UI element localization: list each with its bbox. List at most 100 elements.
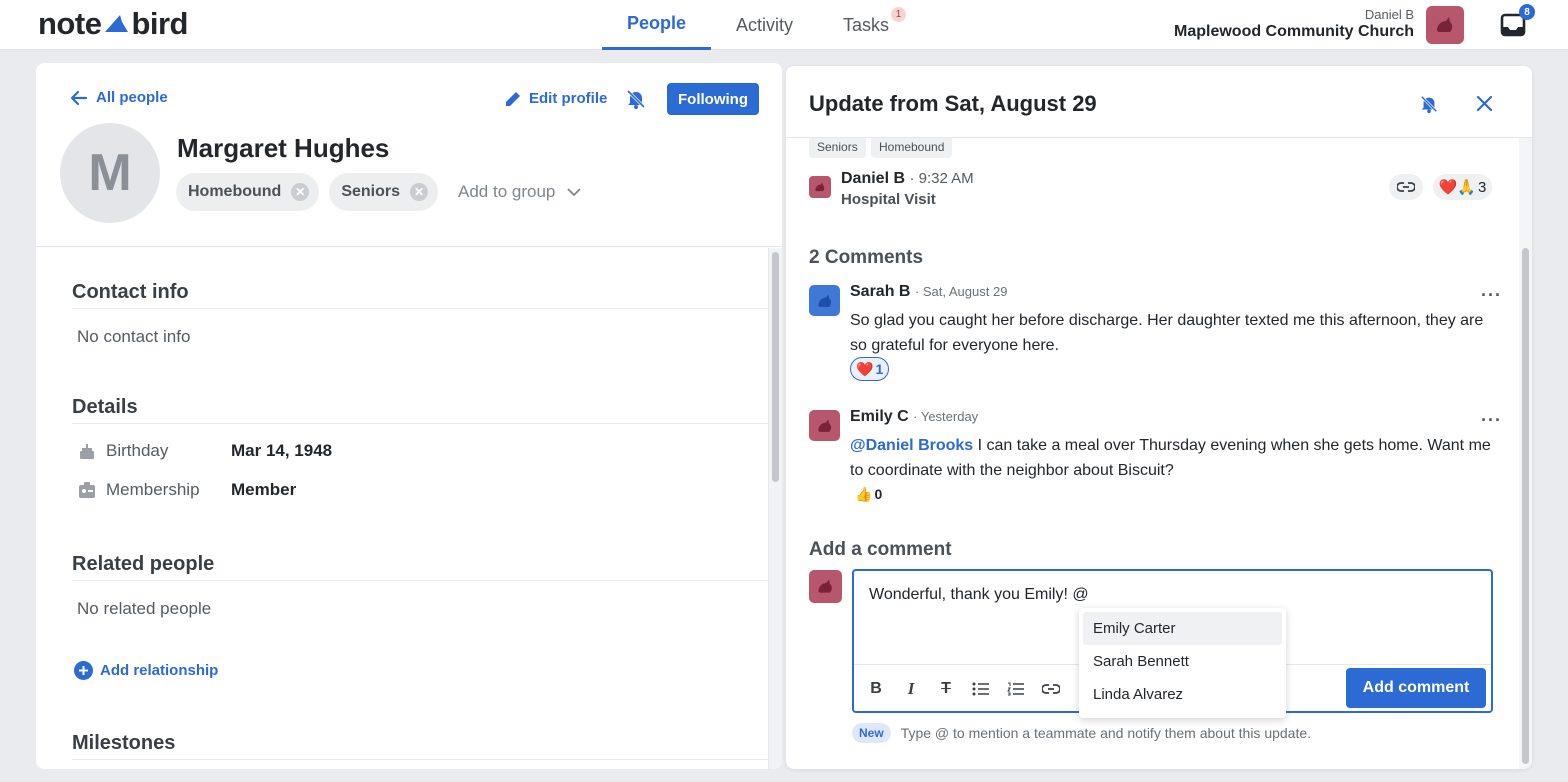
main-nav: People Activity Tasks 1 bbox=[602, 0, 914, 50]
detail-value: Member bbox=[231, 480, 297, 499]
nav-tab-label: Activity bbox=[736, 14, 794, 35]
profile-scrollbar[interactable] bbox=[768, 248, 782, 769]
new-badge: New bbox=[852, 723, 891, 743]
add-comment-heading: Add a comment bbox=[809, 539, 952, 560]
bird-avatar-icon bbox=[818, 579, 832, 593]
comment-more-icon[interactable]: ··· bbox=[1481, 410, 1502, 431]
mention-link[interactable]: @Daniel Brooks bbox=[850, 437, 973, 454]
plus-circle-icon bbox=[74, 661, 93, 680]
update-author: Daniel B · 9:32 AM Hospital Visit bbox=[809, 170, 974, 208]
divider bbox=[72, 580, 768, 581]
profile-details-scroll: Contact info No contact info Details Bir… bbox=[36, 248, 769, 769]
comment-reaction[interactable]: ❤️ 1 bbox=[850, 357, 890, 381]
scrollbar-thumb[interactable] bbox=[1522, 248, 1529, 764]
person-avatar: M bbox=[60, 123, 160, 223]
related-people-heading: Related people bbox=[72, 553, 215, 575]
contact-info-empty: No contact info bbox=[77, 327, 191, 346]
all-people-link[interactable]: All people bbox=[70, 89, 168, 106]
mention-option[interactable]: Linda Alvarez bbox=[1083, 678, 1282, 711]
user-name: Daniel B bbox=[1364, 7, 1414, 22]
bell-off-icon[interactable] bbox=[1419, 94, 1439, 114]
comment-date: · Sat, August 29 bbox=[914, 284, 1008, 299]
all-people-label: All people bbox=[96, 89, 168, 106]
commenter-name: Sarah B bbox=[850, 283, 911, 300]
bullet-list-icon[interactable] bbox=[971, 680, 991, 698]
remove-group-icon[interactable]: ✕ bbox=[410, 183, 429, 201]
details-heading: Details bbox=[72, 396, 138, 418]
update-panel-scrollbar[interactable] bbox=[1519, 66, 1532, 769]
logo-text-right: bird bbox=[131, 6, 188, 41]
inbox-count-badge: 8 bbox=[1519, 4, 1535, 20]
insert-link-icon[interactable] bbox=[1041, 680, 1061, 698]
divider bbox=[72, 423, 768, 424]
logo-text-left: note bbox=[38, 6, 102, 41]
nav-tab-people[interactable]: People bbox=[602, 0, 712, 50]
detail-label: Membership bbox=[106, 480, 200, 499]
mention-option[interactable]: Emily Carter bbox=[1083, 612, 1282, 645]
bird-avatar-icon bbox=[817, 418, 831, 432]
comment-more-icon[interactable]: ··· bbox=[1481, 285, 1502, 306]
comment-reaction[interactable]: 👍 0 bbox=[850, 482, 887, 506]
strikethrough-icon[interactable]: T bbox=[936, 680, 956, 698]
top-navigation-bar: note bird People Activity Tasks 1 Daniel… bbox=[0, 0, 1568, 50]
group-chips: Homebound ✕ Seniors ✕ Add to group bbox=[176, 173, 582, 211]
post-time: · 9:32 AM bbox=[909, 170, 974, 187]
thumbs-up-icon: 👍 bbox=[855, 485, 873, 502]
remove-group-icon[interactable]: ✕ bbox=[291, 183, 310, 201]
nav-tab-tasks[interactable]: Tasks 1 bbox=[818, 0, 914, 50]
account-info[interactable]: Daniel B Maplewood Community Church bbox=[1174, 7, 1414, 41]
nav-tab-label: People bbox=[627, 13, 687, 33]
commenter-avatar bbox=[809, 285, 840, 316]
comments-count-heading: 2 Comments bbox=[809, 247, 924, 268]
edit-profile-link[interactable]: Edit profile bbox=[504, 89, 607, 108]
group-chip-label: Seniors bbox=[341, 183, 401, 200]
hint-text: Type @ to mention a teammate and notify … bbox=[900, 725, 1312, 741]
nav-tab-label: Tasks bbox=[843, 14, 890, 35]
commenter-avatar bbox=[809, 410, 840, 441]
comment-input[interactable]: Wonderful, thank you Emily! @ bbox=[869, 586, 1089, 604]
update-detail-panel: Update from Sat, August 29 Seniors Homeb… bbox=[786, 66, 1532, 769]
update-tag: Seniors bbox=[809, 136, 866, 158]
divider bbox=[72, 759, 768, 760]
bird-avatar-icon bbox=[815, 182, 825, 192]
bird-logo-icon bbox=[105, 15, 129, 32]
organization-name: Maplewood Community Church bbox=[1174, 23, 1414, 40]
milestones-heading: Milestones bbox=[72, 732, 176, 754]
nav-tab-activity[interactable]: Activity bbox=[711, 0, 818, 50]
person-name: Margaret Hughes bbox=[177, 133, 390, 163]
edit-profile-label: Edit profile bbox=[529, 90, 608, 107]
mention-hint: New Type @ to mention a teammate and not… bbox=[852, 723, 1311, 743]
add-comment-button[interactable]: Add comment bbox=[1346, 668, 1486, 708]
numbered-list-icon[interactable] bbox=[1006, 680, 1026, 698]
italic-icon[interactable]: I bbox=[901, 679, 921, 698]
badge-icon bbox=[79, 482, 95, 498]
author-name: Daniel B bbox=[841, 170, 906, 187]
notebird-logo[interactable]: note bird bbox=[38, 6, 188, 42]
comment-body: So glad you caught her before discharge.… bbox=[850, 312, 1484, 354]
scrollbar-thumb[interactable] bbox=[772, 252, 779, 482]
update-reactions[interactable]: ❤️🙏 3 bbox=[1433, 174, 1492, 200]
update-title: Update from Sat, August 29 bbox=[809, 91, 1097, 116]
update-subject: Hospital Visit bbox=[841, 191, 936, 208]
following-button[interactable]: Following bbox=[667, 83, 759, 115]
add-to-group-dropdown[interactable]: Add to group bbox=[458, 182, 582, 202]
detail-value: Mar 14, 1948 bbox=[231, 441, 333, 460]
author-line: Daniel B · 9:32 AM bbox=[841, 170, 974, 188]
bell-off-icon[interactable] bbox=[625, 88, 647, 110]
user-avatar[interactable] bbox=[1426, 6, 1464, 44]
update-panel-header: Update from Sat, August 29 bbox=[786, 66, 1532, 138]
bold-icon[interactable]: B bbox=[866, 680, 886, 698]
link-icon bbox=[1397, 182, 1415, 192]
reaction-count: 3 bbox=[1478, 178, 1487, 196]
current-user-avatar bbox=[809, 570, 842, 603]
close-icon[interactable] bbox=[1476, 95, 1493, 112]
mention-option[interactable]: Sarah Bennett bbox=[1083, 645, 1282, 678]
group-chip-label: Homebound bbox=[188, 183, 282, 200]
divider bbox=[72, 308, 768, 309]
tasks-count-badge: 1 bbox=[891, 7, 907, 22]
commenter-name: Emily C bbox=[850, 408, 909, 425]
add-relationship-button[interactable]: Add relationship bbox=[74, 661, 218, 680]
copy-link-button[interactable] bbox=[1389, 174, 1423, 200]
update-tag: Homebound bbox=[871, 136, 953, 158]
group-chip-homebound: Homebound ✕ bbox=[176, 173, 320, 211]
